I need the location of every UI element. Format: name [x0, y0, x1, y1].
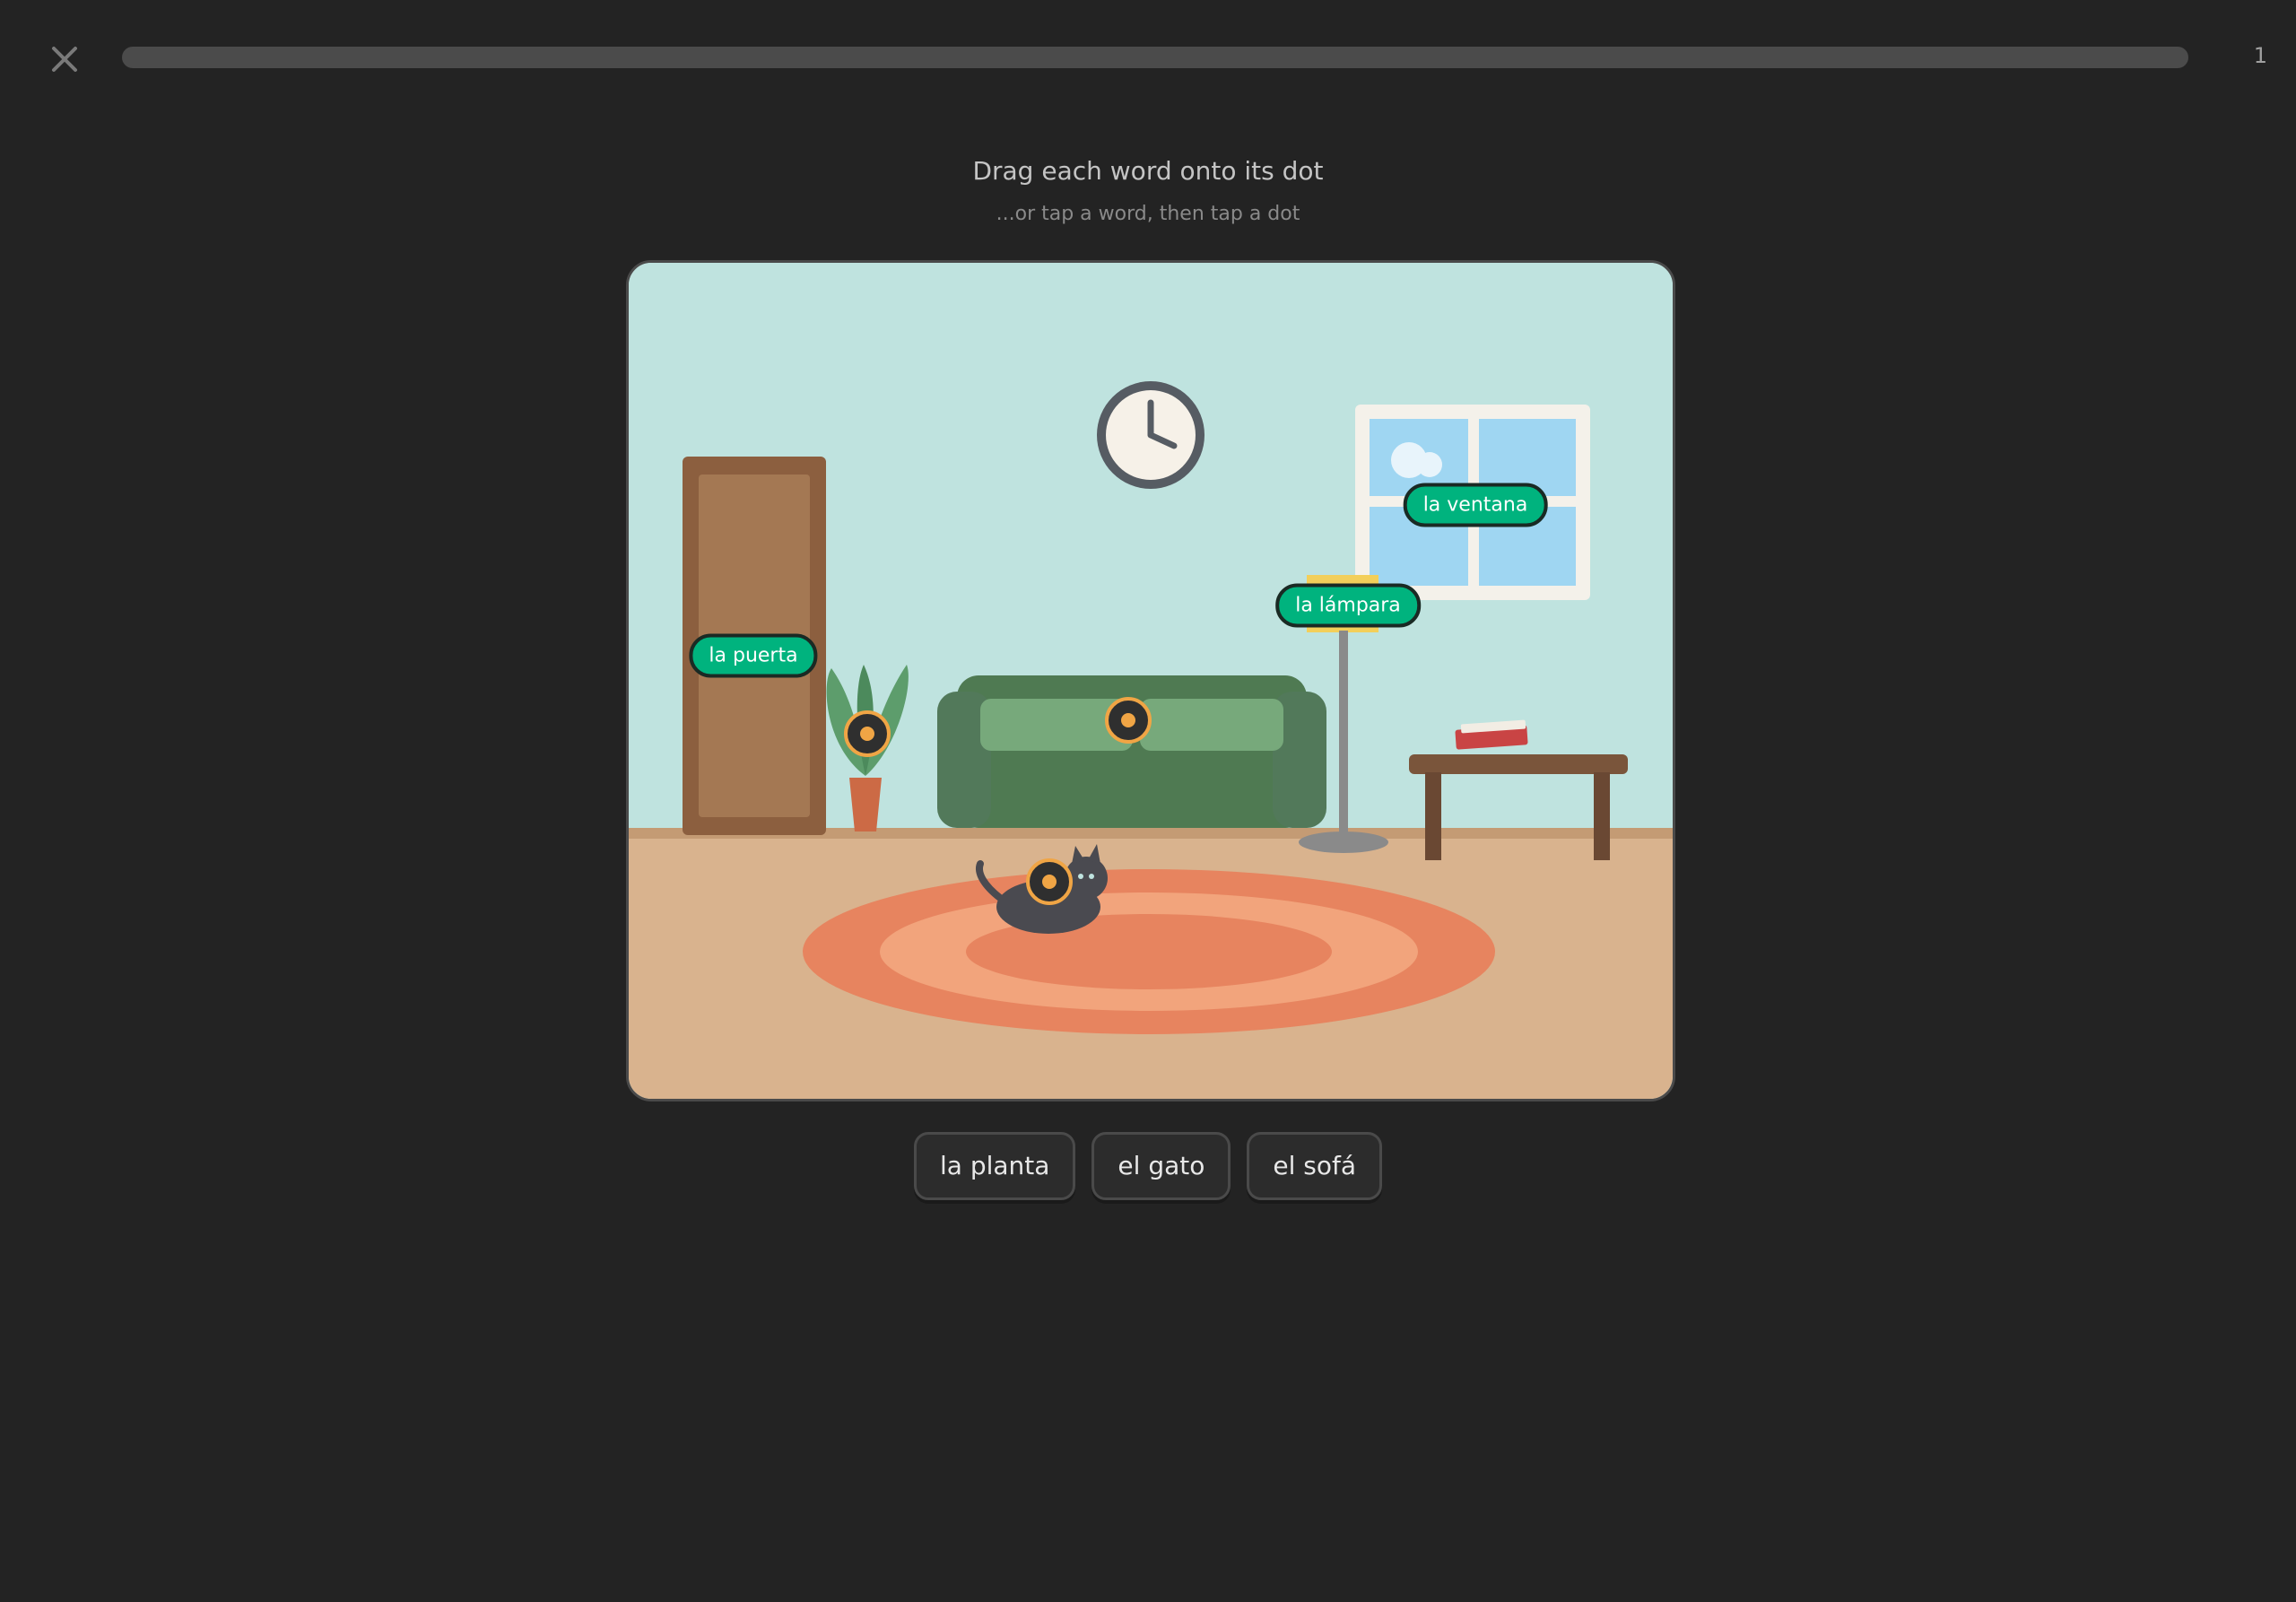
- scene-illustration: [629, 263, 1673, 1099]
- placed-label-window[interactable]: la ventana: [1403, 483, 1548, 527]
- rug-illustration: [803, 869, 1495, 1034]
- streak-counter: 1: [2253, 43, 2267, 68]
- cat-dot[interactable]: [1026, 858, 1073, 905]
- sofa-dot[interactable]: [1105, 697, 1152, 744]
- word-chip-la-planta[interactable]: la planta: [913, 1132, 1076, 1200]
- instruction-subtitle: ...or tap a word, then tap a dot: [996, 203, 1300, 225]
- top-bar: 1: [0, 0, 2296, 117]
- close-button[interactable]: [47, 41, 83, 77]
- word-bank: la planta el gato el sofá: [0, 1132, 2296, 1200]
- word-chip-el-gato[interactable]: el gato: [1091, 1132, 1231, 1200]
- instruction-title: Drag each word onto its dot: [972, 156, 1324, 186]
- placed-label-lamp[interactable]: la lámpara: [1275, 583, 1421, 628]
- plant-dot[interactable]: [844, 710, 891, 757]
- progress-bar: [122, 47, 2188, 68]
- clock-illustration: [1097, 381, 1205, 489]
- placed-label-door[interactable]: la puerta: [689, 633, 818, 678]
- living-room-scene: la puerta la lámpara la ventana: [626, 260, 1675, 1101]
- close-icon: [52, 47, 77, 72]
- word-chip-el-sofa[interactable]: el sofá: [1247, 1132, 1383, 1200]
